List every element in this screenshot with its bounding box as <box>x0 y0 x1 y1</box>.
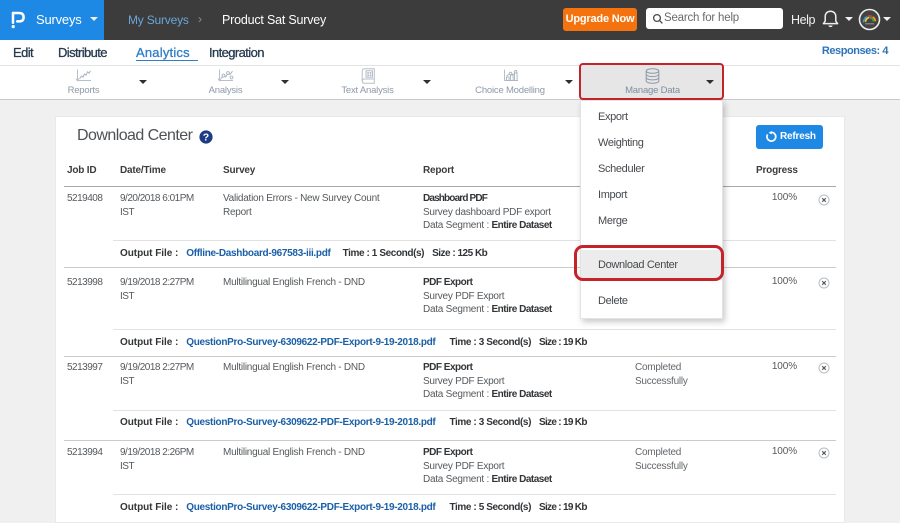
svg-text:?: ? <box>203 132 209 144</box>
